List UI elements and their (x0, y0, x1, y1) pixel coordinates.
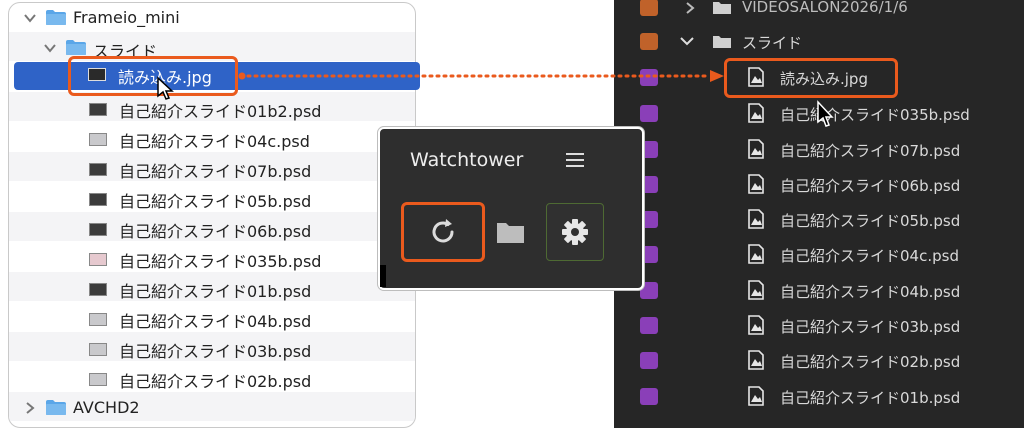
gear-icon (562, 219, 588, 245)
panel-folder-row-slides[interactable]: スライド (614, 24, 1024, 58)
image-file-icon (748, 315, 764, 335)
file-name: 自己紹介スライド07b.psd (119, 162, 312, 181)
file-row[interactable]: 自己紹介スライド035b.psd (9, 245, 415, 275)
folder-icon (713, 2, 731, 14)
file-name: 自己紹介スライド05b.psd (119, 192, 312, 211)
file-name: 自己紹介スライド06b.psd (780, 177, 961, 195)
panel-file-row[interactable]: 自己紹介スライド02b.psd (614, 343, 1024, 377)
file-name: 自己紹介スライド01b.psd (780, 389, 961, 407)
label-color-swatch (640, 0, 658, 16)
file-name: 自己紹介スライド035b.psd (119, 252, 322, 271)
hamburger-icon[interactable] (566, 153, 584, 167)
label-color-swatch (640, 352, 658, 369)
folder-icon (46, 10, 66, 25)
chevron-down-icon[interactable] (23, 11, 37, 25)
settings-button[interactable] (546, 203, 604, 261)
panel-file-row[interactable]: 自己紹介スライド05b.psd (614, 202, 1024, 236)
file-name: 自己紹介スライド035b.psd (780, 106, 970, 124)
chevron-down-icon[interactable] (43, 41, 57, 55)
image-thumbnail-icon (89, 253, 107, 266)
file-name: 自己紹介スライド03b.psd (780, 318, 961, 336)
panel-file-row[interactable]: 自己紹介スライド01b.psd (614, 379, 1024, 413)
panel-file-row[interactable]: 自己紹介スライド06b.psd (614, 167, 1024, 201)
label-color-swatch (640, 388, 658, 405)
image-thumbnail-icon (89, 163, 107, 176)
image-file-icon (748, 139, 764, 159)
chevron-right-icon[interactable] (23, 401, 37, 415)
label-color-swatch (640, 317, 658, 334)
file-row[interactable]: 自己紹介スライド04c.psd (9, 125, 415, 155)
file-row[interactable]: 自己紹介スライド01b2.psd (9, 95, 415, 125)
file-name: 自己紹介スライド07b.psd (780, 142, 961, 160)
label-color-swatch (640, 33, 658, 50)
mouse-cursor-icon (817, 100, 834, 127)
file-name: 自己紹介スライド03b.psd (119, 342, 312, 361)
image-file-icon (748, 174, 764, 194)
folder-row-frameio-mini[interactable]: Frameio_mini (9, 5, 415, 35)
file-name: 自己紹介スライド04b.psd (780, 283, 961, 301)
chevron-right-icon[interactable] (684, 2, 696, 14)
file-row[interactable]: 自己紹介スライド07b.psd (9, 155, 415, 185)
folder-icon (66, 40, 86, 55)
file-row[interactable]: 自己紹介スライド05b.psd (9, 185, 415, 215)
image-thumbnail-icon (89, 133, 107, 146)
file-name: 自己紹介スライド04b.psd (119, 312, 312, 331)
label-color-swatch (640, 105, 658, 122)
file-row[interactable]: 自己紹介スライド01b.psd (9, 275, 415, 305)
panel-folder-row-top[interactable]: VIDEOSALON2026/1/6 (614, 0, 1024, 24)
file-name: 自己紹介スライド01b.psd (119, 282, 312, 301)
chevron-down-icon[interactable] (680, 35, 694, 47)
finder-highlight-box (68, 56, 238, 96)
file-name: 自己紹介スライド04c.psd (119, 132, 310, 151)
image-thumbnail-icon (89, 223, 107, 236)
mouse-cursor-icon (157, 76, 174, 100)
image-thumbnail-icon (89, 283, 107, 296)
folder-label: Frameio_mini (73, 8, 180, 27)
image-file-icon (748, 280, 764, 300)
folder-button[interactable] (486, 207, 536, 257)
drag-arrow-icon (238, 70, 724, 82)
image-file-icon (748, 350, 764, 370)
image-thumbnail-icon (89, 343, 107, 356)
file-name: 自己紹介スライド05b.psd (780, 212, 961, 230)
image-file-icon (748, 209, 764, 229)
panel-highlight-box (724, 58, 898, 98)
folder-icon (713, 36, 731, 48)
image-file-icon (748, 386, 764, 406)
file-name: 自己紹介スライド01b2.psd (119, 102, 322, 121)
panel-file-row[interactable]: 自己紹介スライド03b.psd (614, 308, 1024, 342)
file-row[interactable]: 自己紹介スライド06b.psd (9, 215, 415, 245)
image-thumbnail-icon (89, 193, 107, 206)
panel-edge-strip (380, 265, 386, 287)
file-name: 自己紹介スライド04c.psd (780, 247, 959, 265)
file-row[interactable]: 自己紹介スライド03b.psd (9, 335, 415, 365)
folder-icon (497, 223, 524, 243)
panel-file-row[interactable]: 自己紹介スライド04c.psd (614, 237, 1024, 271)
file-row[interactable]: 自己紹介スライド04b.psd (9, 305, 415, 335)
panel-file-row[interactable]: 自己紹介スライド04b.psd (614, 273, 1024, 307)
refresh-highlight-box (401, 202, 485, 262)
folder-icon (46, 400, 66, 415)
folder-row-avchd2[interactable]: AVCHD2 (9, 395, 415, 425)
file-name: 自己紹介スライド02b.psd (780, 353, 961, 371)
image-file-icon (748, 244, 764, 264)
image-thumbnail-icon (89, 103, 107, 116)
file-row[interactable]: 自己紹介スライド02b.psd (9, 365, 415, 395)
panel-title: Watchtower (410, 149, 524, 171)
folder-label: AVCHD2 (73, 398, 140, 417)
image-thumbnail-icon (89, 373, 107, 386)
file-name: 自己紹介スライド02b.psd (119, 372, 312, 391)
folder-label: VIDEOSALON2026/1/6 (742, 0, 908, 16)
panel-file-row[interactable]: 自己紹介スライド07b.psd (614, 132, 1024, 166)
image-thumbnail-icon (89, 313, 107, 326)
file-name: 自己紹介スライド06b.psd (119, 222, 312, 241)
image-file-icon (748, 103, 764, 123)
folder-label: スライド (742, 34, 803, 52)
